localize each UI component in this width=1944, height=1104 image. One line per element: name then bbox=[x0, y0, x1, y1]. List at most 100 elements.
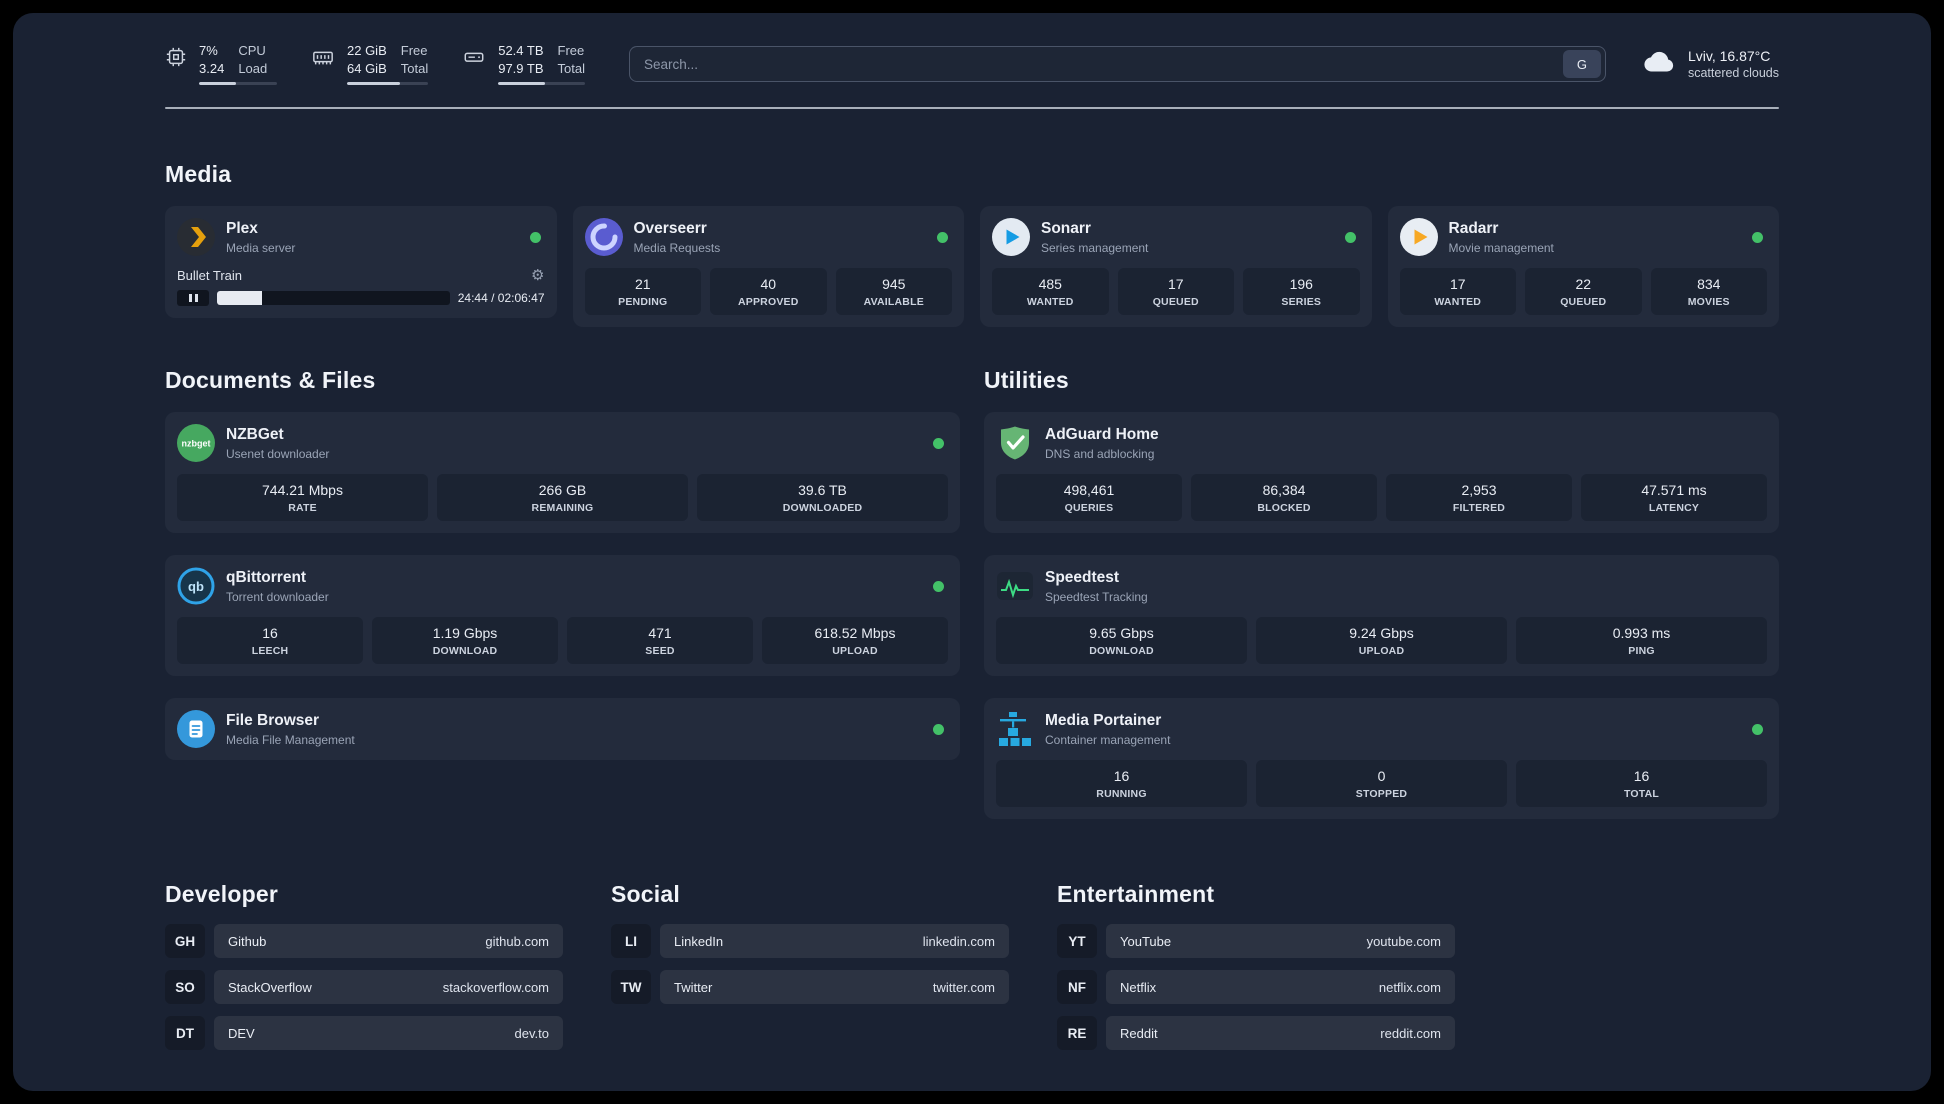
seek-bar-fill bbox=[217, 291, 263, 305]
ram-widget: 22 GiB 64 GiB Free Total bbox=[311, 43, 429, 85]
weather-condition: scattered clouds bbox=[1687, 66, 1779, 80]
section-title-social: Social bbox=[611, 881, 680, 907]
svg-text:qb: qb bbox=[188, 579, 204, 594]
app-subtitle: Container management bbox=[1045, 732, 1171, 747]
stat-box: 485 WANTED bbox=[992, 268, 1109, 315]
status-indicator bbox=[1752, 231, 1763, 243]
bookmark-name: YouTube bbox=[1120, 933, 1172, 949]
bookmark-name: Github bbox=[228, 933, 267, 949]
app-subtitle: Torrent downloader bbox=[226, 589, 329, 604]
status-indicator bbox=[1344, 231, 1356, 243]
seek-bar[interactable] bbox=[217, 291, 450, 305]
app-card-sonarr[interactable]: Sonarr Series management 485 WANTED 17 Q… bbox=[980, 206, 1372, 327]
cpu-percent: 7% bbox=[199, 43, 218, 58]
status-indicator bbox=[933, 723, 944, 735]
ram-usage-bar-fill bbox=[347, 82, 400, 85]
pause-button[interactable] bbox=[177, 290, 209, 306]
bookmark-netflix[interactable]: NF Netflix netflix.com bbox=[1057, 970, 1455, 1004]
bookmark-url: github.com bbox=[485, 933, 549, 949]
app-subtitle: Series management bbox=[1041, 240, 1149, 255]
qbittorrent-icon: qb bbox=[177, 567, 215, 605]
weather-widget: Lviv, 16.87°C scattered clouds bbox=[1644, 48, 1779, 80]
bookmark-abbr: GH bbox=[165, 924, 205, 958]
stat-box: 834 MOVIES bbox=[1650, 268, 1767, 315]
bookmark-abbr: DT bbox=[165, 1016, 205, 1050]
stat-box: 266 GB REMAINING bbox=[437, 474, 688, 521]
gear-icon[interactable]: ⚙ bbox=[531, 268, 544, 283]
ram-icon bbox=[311, 46, 335, 68]
stat-box: 40 APPROVED bbox=[710, 268, 827, 315]
bookmark-youtube[interactable]: YT YouTube youtube.com bbox=[1057, 924, 1455, 958]
stat-box: 17 WANTED bbox=[1399, 268, 1516, 315]
cloud-icon bbox=[1644, 50, 1676, 78]
section-title-media: Media bbox=[165, 161, 232, 187]
search-bar[interactable]: G bbox=[628, 46, 1606, 82]
bookmark-stackoverflow[interactable]: SO StackOverflow stackoverflow.com bbox=[165, 970, 563, 1004]
cpu-usage-bar-fill bbox=[199, 82, 237, 85]
app-card-radarr[interactable]: Radarr Movie management 17 WANTED 22 QUE… bbox=[1387, 206, 1779, 327]
stat-box: 945 AVAILABLE bbox=[835, 268, 952, 315]
search-input[interactable] bbox=[629, 47, 1563, 81]
nzbget-icon: nzbget bbox=[177, 424, 215, 462]
search-engine-button[interactable]: G bbox=[1562, 50, 1601, 78]
app-card-filebrowser[interactable]: File Browser Media File Management bbox=[165, 698, 960, 760]
bookmark-name: StackOverflow bbox=[228, 979, 312, 995]
stat-box: 744.21 Mbps RATE bbox=[177, 474, 428, 521]
cpu-label-bottom: Load bbox=[238, 61, 268, 76]
app-card-plex[interactable]: Plex Media server Bullet Train ⚙ 24:44 /… bbox=[165, 206, 557, 318]
app-subtitle: Movie management bbox=[1448, 240, 1554, 255]
app-card-qbittorrent[interactable]: qb qBittorrent Torrent downloader 16 LEE… bbox=[165, 555, 960, 676]
ram-total-value: 64 GiB bbox=[347, 61, 387, 76]
stat-box: 16 RUNNING bbox=[996, 760, 1247, 807]
app-card-speedtest[interactable]: Speedtest Speedtest Tracking 9.65 Gbps D… bbox=[984, 555, 1779, 676]
ram-label-bottom: Total bbox=[400, 61, 429, 76]
bookmark-github[interactable]: GH Github github.com bbox=[165, 924, 563, 958]
stat-box: 196 SERIES bbox=[1243, 268, 1360, 315]
section-title-developer: Developer bbox=[165, 881, 279, 907]
topbar-divider bbox=[165, 107, 1779, 109]
app-card-nzbget[interactable]: nzbget NZBGet Usenet downloader 744.21 M… bbox=[165, 412, 960, 533]
app-name: Radarr bbox=[1448, 219, 1499, 237]
plex-icon bbox=[177, 218, 215, 256]
bookmark-group-social: Social LI LinkedIn linkedin.com TW Twitt… bbox=[611, 881, 1009, 1050]
bookmark-reddit[interactable]: RE Reddit reddit.com bbox=[1057, 1016, 1455, 1050]
bookmark-abbr: LI bbox=[611, 924, 651, 958]
stat-box: 21 PENDING bbox=[584, 268, 701, 315]
disk-free-value: 52.4 TB bbox=[498, 43, 544, 58]
bookmark-name: DEV bbox=[228, 1025, 255, 1041]
bookmark-url: dev.to bbox=[514, 1025, 549, 1041]
bookmarks-area: Developer GH Github github.com SO StackO… bbox=[165, 881, 1455, 1050]
ram-free-value: 22 GiB bbox=[347, 43, 387, 58]
bookmark-url: linkedin.com bbox=[922, 933, 995, 949]
section-title-entertainment: Entertainment bbox=[1057, 881, 1215, 907]
stat-box: 498,461 QUERIES bbox=[996, 474, 1182, 521]
bookmark-url: twitter.com bbox=[932, 979, 995, 995]
app-subtitle: Speedtest Tracking bbox=[1045, 589, 1148, 604]
sonarr-icon bbox=[992, 218, 1030, 256]
bookmark-name: Reddit bbox=[1120, 1025, 1158, 1041]
bookmark-abbr: NF bbox=[1057, 970, 1097, 1004]
stat-box: 618.52 Mbps UPLOAD bbox=[762, 617, 948, 664]
stat-box: 9.65 Gbps DOWNLOAD bbox=[996, 617, 1247, 664]
bookmark-dev[interactable]: DT DEV dev.to bbox=[165, 1016, 563, 1050]
bookmark-group-entertainment: Entertainment YT YouTube youtube.com NF … bbox=[1057, 881, 1455, 1050]
stat-box: 2,953 FILTERED bbox=[1386, 474, 1572, 521]
stat-box: 0.993 ms PING bbox=[1516, 617, 1767, 664]
bookmark-name: Netflix bbox=[1120, 979, 1157, 995]
speedtest-icon bbox=[996, 567, 1034, 605]
ram-label-top: Free bbox=[400, 43, 428, 58]
disk-total-value: 97.9 TB bbox=[498, 61, 544, 76]
bookmark-linkedin[interactable]: LI LinkedIn linkedin.com bbox=[611, 924, 1009, 958]
section-title-utilities: Utilities bbox=[984, 367, 1069, 393]
stat-box: 47.571 ms LATENCY bbox=[1581, 474, 1767, 521]
app-card-overseerr[interactable]: Overseerr Media Requests 21 PENDING 40 A… bbox=[572, 206, 964, 327]
bookmark-abbr: SO bbox=[165, 970, 205, 1004]
dashboard-panel: 7% 3.24 CPU Load 22 GiB 64 GiB Free Tota… bbox=[13, 13, 1931, 1091]
bookmark-twitter[interactable]: TW Twitter twitter.com bbox=[611, 970, 1009, 1004]
bookmark-url: stackoverflow.com bbox=[442, 979, 549, 995]
app-card-portainer[interactable]: Media Portainer Container management 16 … bbox=[984, 698, 1779, 819]
screen-frame: 7% 3.24 CPU Load 22 GiB 64 GiB Free Tota… bbox=[0, 0, 1944, 1104]
bookmark-url: reddit.com bbox=[1380, 1025, 1441, 1041]
app-card-adguard[interactable]: AdGuard Home DNS and adblocking 498,461 … bbox=[984, 412, 1779, 533]
weather-location: Lviv, 16.87°C bbox=[1687, 48, 1771, 64]
